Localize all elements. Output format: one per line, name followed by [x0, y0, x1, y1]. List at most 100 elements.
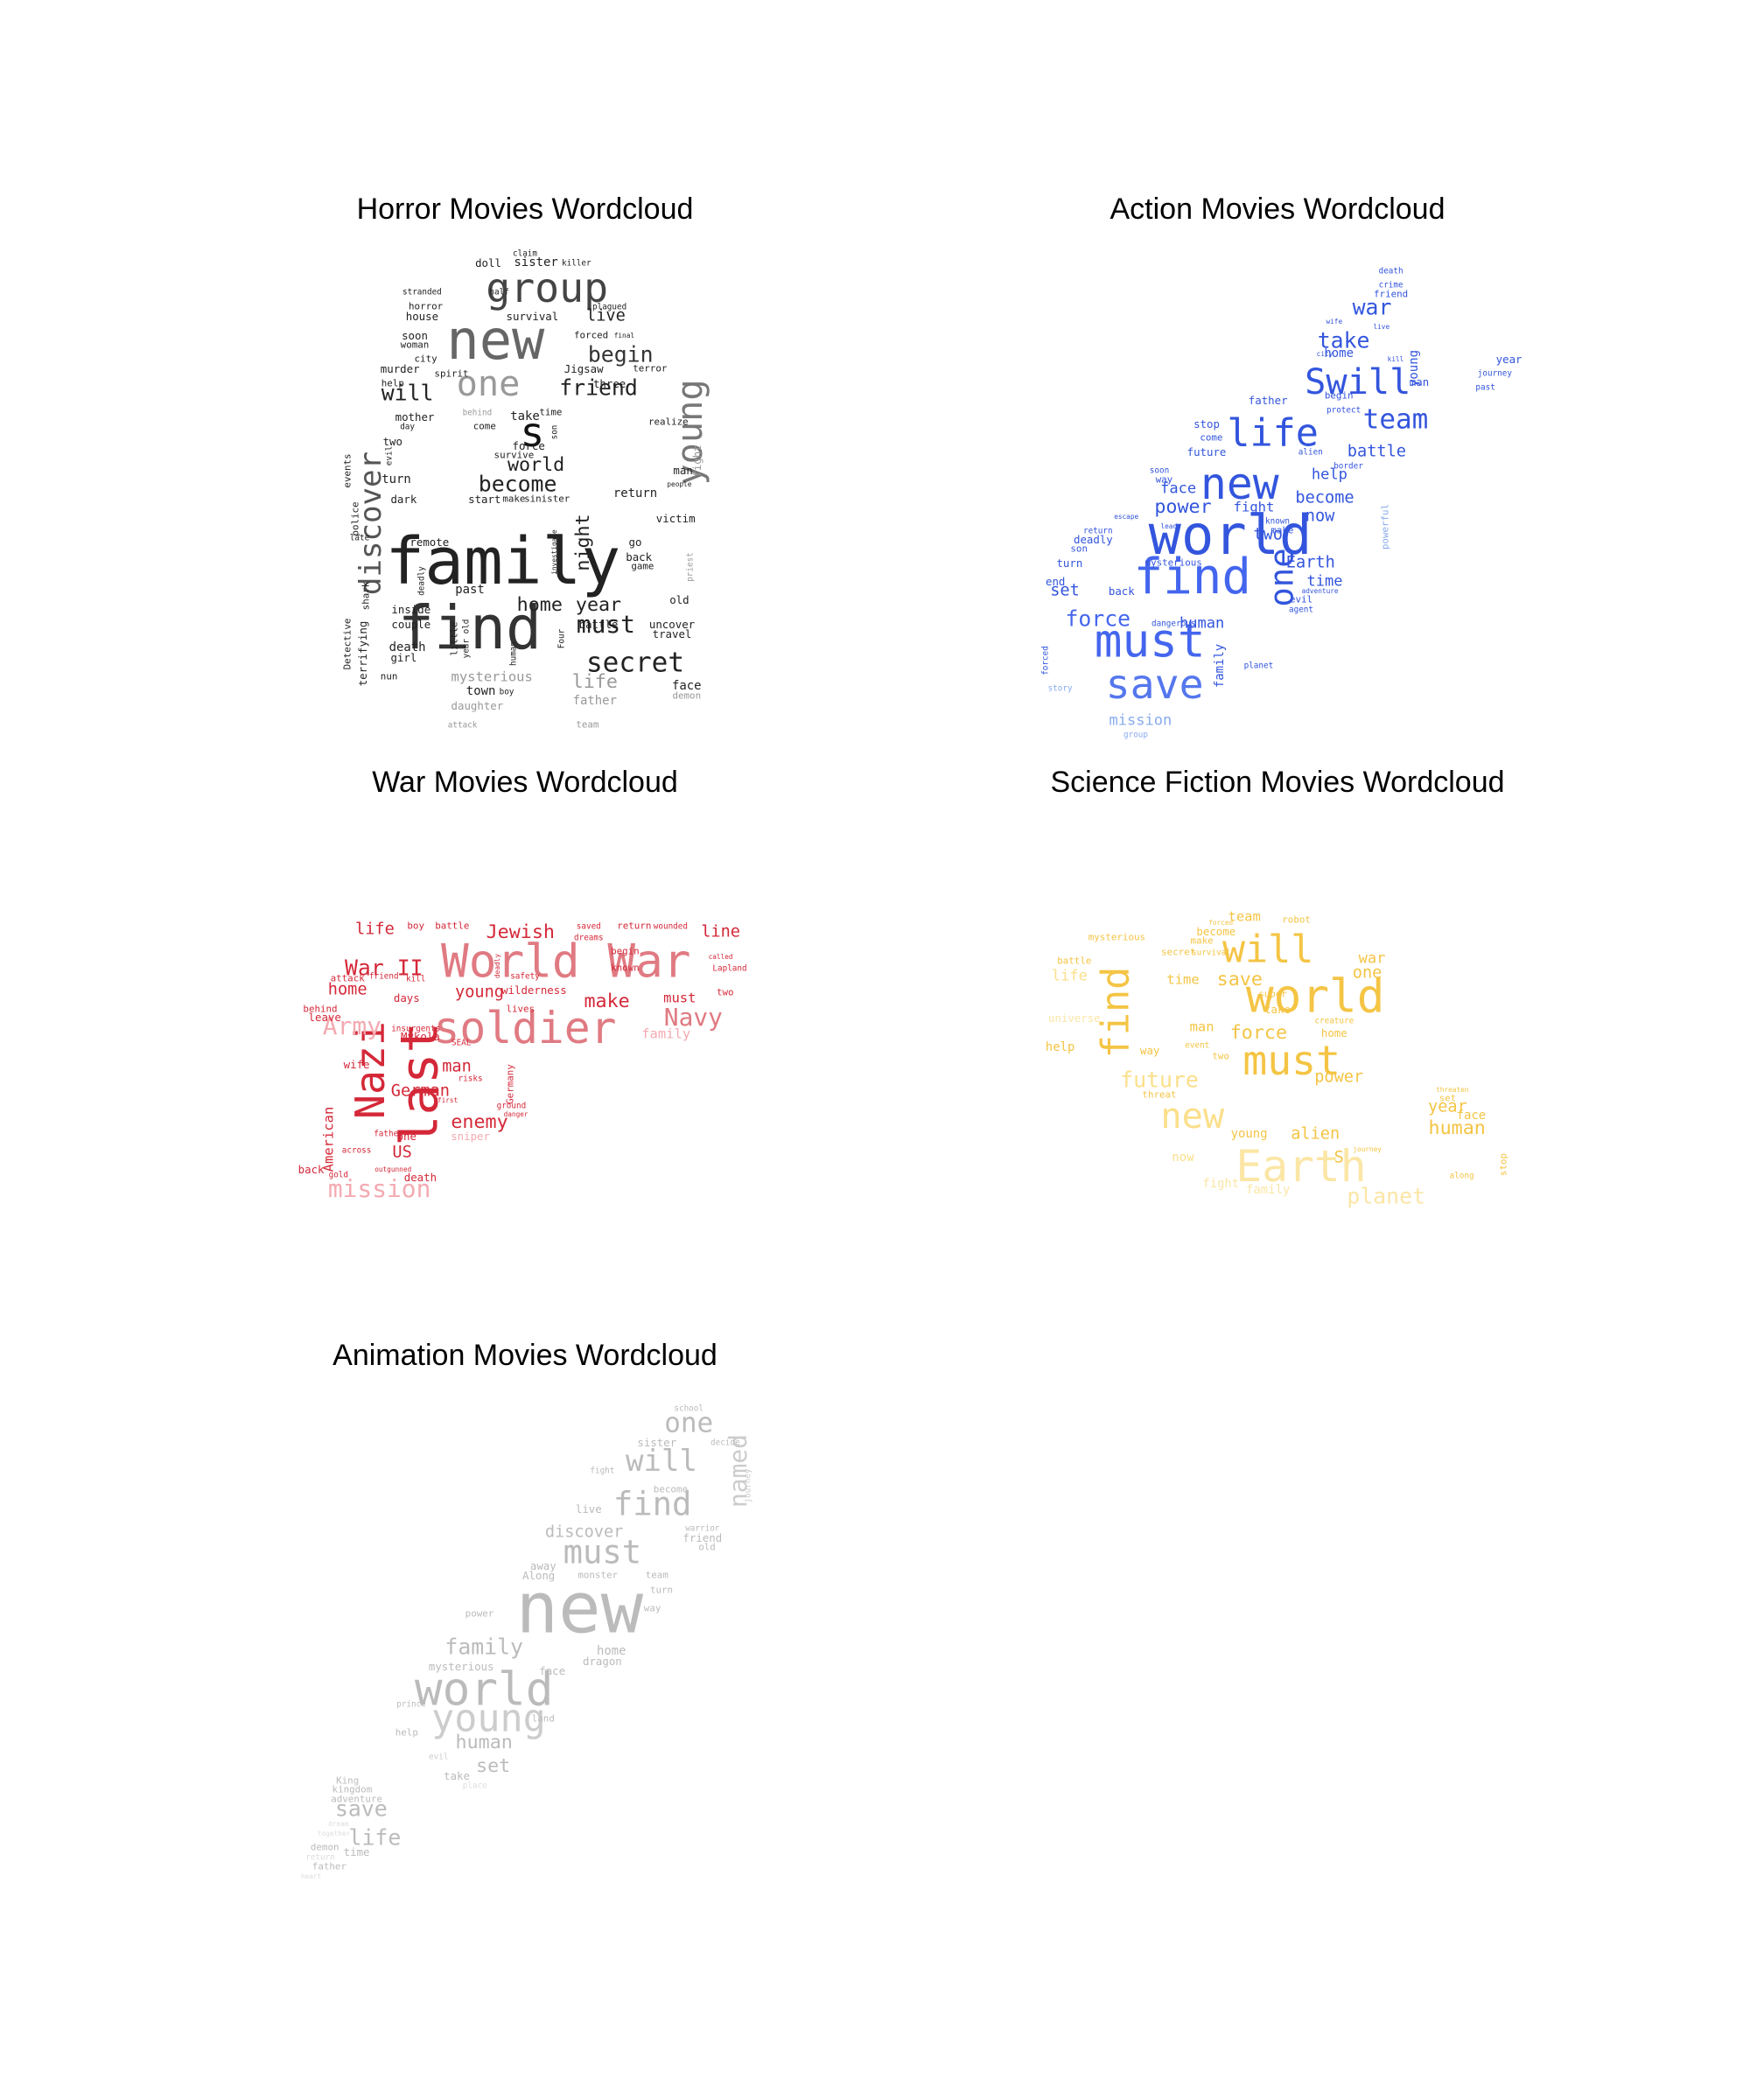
cloud-word: make [1270, 524, 1294, 536]
wordcloud-horror: family find new group s one young discover secre… [341, 249, 710, 735]
cloud-word: lives [506, 1003, 536, 1015]
cloud-word: battle [435, 920, 470, 933]
cloud-word: lead [1160, 522, 1178, 530]
cloud-word: turn [1056, 556, 1083, 570]
cloud-word: known [1265, 516, 1290, 527]
cloud-word: stop [1194, 416, 1220, 430]
cloud-word: Earth [1285, 553, 1335, 572]
cloud-word: new [1160, 1096, 1225, 1138]
cloud-word: human [508, 640, 519, 666]
cloud-word: forced [574, 329, 609, 341]
cloud-word: will [1222, 928, 1314, 972]
cloud-word: event [1185, 1040, 1210, 1050]
cloud-word: fight [690, 444, 704, 478]
cloud-word: journey [1353, 1144, 1382, 1153]
cloud-word: time [539, 406, 563, 418]
cloud-word: mother [395, 410, 435, 424]
cloud-word: now [1172, 1150, 1194, 1165]
cloud-word: sister [637, 1435, 677, 1449]
cloud-word: final [613, 331, 635, 340]
cloud-word: place [462, 1781, 487, 1791]
cloud-word: outgunned [374, 1165, 412, 1173]
cloud-word: two [1212, 1050, 1229, 1062]
cloud-word: make [502, 493, 526, 505]
cloud-word: night [572, 514, 595, 571]
cloud-word: make [1190, 934, 1214, 947]
cloud-word: creature [1314, 1016, 1354, 1026]
cloud-word: will [625, 1444, 698, 1480]
cloud-word: go [628, 535, 642, 549]
cloud-word: evil [428, 1752, 449, 1762]
cloud-word: investigate [550, 529, 558, 575]
cloud-word: US [392, 1143, 412, 1162]
cloud-word: dreams [574, 933, 604, 943]
cloud-word: help [1045, 1040, 1075, 1055]
cloud-word: discover [544, 1522, 624, 1542]
cloud-word: late [349, 532, 370, 542]
cloud-word: fight [590, 1466, 615, 1476]
cloud-word: face [1456, 1109, 1487, 1124]
cloud-word: gold [328, 1170, 348, 1180]
cloud-word: monster [578, 1569, 619, 1581]
cloud-word: three [592, 376, 626, 390]
cloud-word: agent [1289, 605, 1313, 615]
cloud-word: across [341, 1144, 372, 1155]
cloud-word: wilderness [501, 983, 567, 997]
cloud-word: killer [562, 258, 592, 269]
cloud-word: along [1449, 1171, 1474, 1181]
cloud-word: heart [300, 1872, 322, 1880]
cloud-word: kill [405, 974, 426, 984]
cloud-word: doll [475, 256, 501, 270]
cloud-word: death [403, 1170, 438, 1184]
cloud-word: young [455, 983, 504, 1002]
cloud-word: boy [499, 686, 514, 696]
cloud-word: father [374, 1129, 403, 1139]
cloud-word: events [341, 452, 354, 488]
cloud-word: deadly [416, 566, 427, 596]
cloud-word: Lapland [712, 963, 747, 974]
cloud-word: threat [1142, 1088, 1177, 1101]
cloud-word: journey [743, 1468, 753, 1503]
cloud-word: nun [380, 670, 398, 682]
cloud-word: save [1105, 660, 1204, 708]
cloud-word: powerful [1379, 503, 1391, 550]
cloud-word: saved [576, 921, 601, 932]
cloud-word: battle [1057, 955, 1092, 967]
cloud-word: power [465, 1607, 494, 1620]
cloud-word: forced [1040, 646, 1051, 676]
cloud-word: SEAL [451, 1038, 472, 1048]
cloud-word: decide [710, 1437, 740, 1447]
cloud-word: border [1334, 460, 1363, 471]
cloud-word: future [1186, 444, 1227, 458]
cloud-word: S [1334, 1148, 1344, 1167]
panel-title: Science Fiction Movies Wordcloud [1050, 766, 1505, 799]
cloud-word: one [664, 1407, 714, 1439]
cloud-word: planet [1347, 1183, 1425, 1209]
cloud-word: World War [441, 935, 691, 990]
cloud-word: known [611, 962, 640, 974]
cloud-word: line [701, 922, 740, 942]
cloud-word: end [1045, 574, 1066, 588]
cloud-word: face [539, 1663, 566, 1677]
cloud-word: police [349, 500, 361, 536]
cloud-word: mysterious [1144, 556, 1202, 569]
cloud-word: secret [1161, 946, 1196, 958]
cloud-word: mysterious [1088, 931, 1146, 943]
cloud-word: adventure [331, 1793, 382, 1805]
cloud-word: past [455, 583, 485, 598]
cloud-word: group [1124, 730, 1148, 740]
cloud-word: home [1320, 1026, 1348, 1040]
cloud-word: spirit [434, 368, 469, 380]
cloud-word: attack [330, 972, 365, 984]
cloud-word: threaten [1436, 1085, 1469, 1094]
cloud-word: wife [343, 1057, 370, 1071]
cloud-word: begin [611, 945, 640, 957]
cloud-word: escape [1114, 513, 1139, 522]
cloud-word: Detective [341, 618, 354, 669]
cloud-word: land [531, 1712, 555, 1725]
cloud-word: back [1108, 584, 1135, 598]
cloud-word: Jewish [486, 920, 555, 943]
cloud-word: American [320, 1106, 337, 1172]
cloud-word: battle [1347, 442, 1406, 461]
cloud-word: leave [308, 1011, 341, 1025]
